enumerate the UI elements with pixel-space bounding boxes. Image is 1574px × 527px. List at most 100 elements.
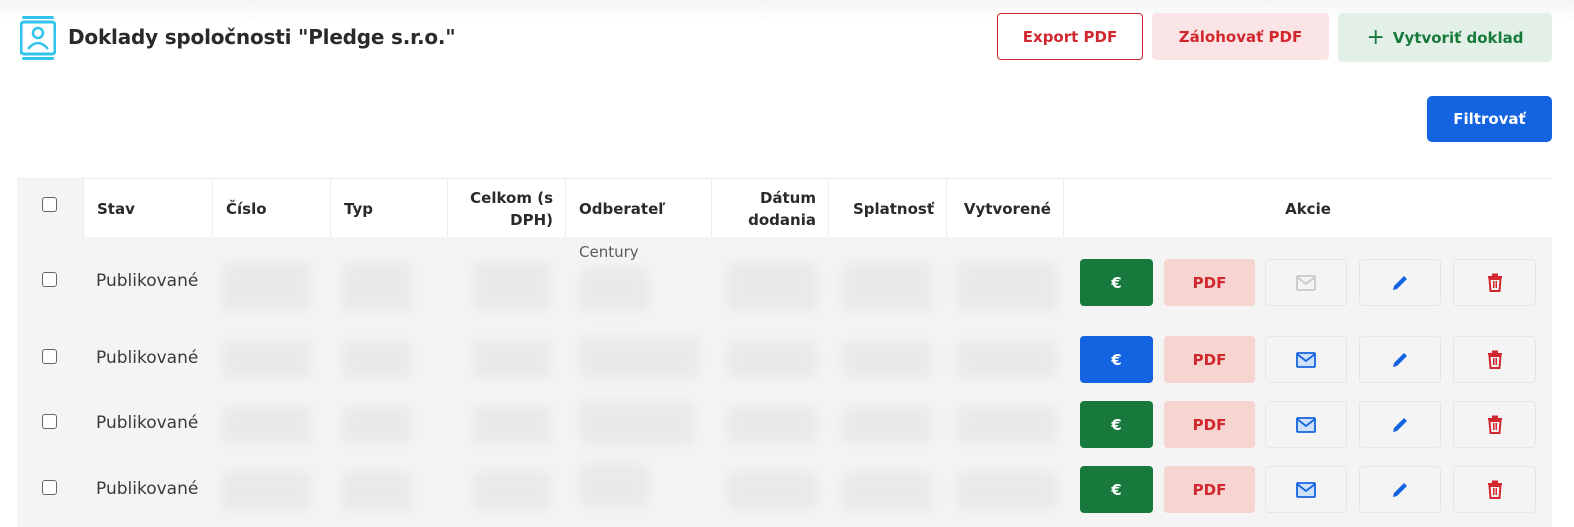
column-typ[interactable]: Typ	[331, 179, 448, 238]
column-vytvorene[interactable]: Vytvorené	[947, 179, 1064, 238]
pdf-button[interactable]: PDF	[1164, 466, 1255, 513]
table-row[interactable]: Publikované Century € PDF	[17, 237, 1552, 326]
trash-icon	[1487, 480, 1502, 499]
blurred-cell	[957, 340, 1057, 378]
delete-button[interactable]	[1453, 466, 1536, 513]
pdf-label: PDF	[1192, 273, 1227, 292]
create-document-label: Vytvoriť doklad	[1392, 28, 1524, 47]
blurred-cell	[727, 406, 817, 444]
blurred-cell	[957, 471, 1057, 511]
send-email-button[interactable]	[1265, 401, 1347, 448]
euro-icon: €	[1111, 415, 1122, 434]
column-odberatel[interactable]: Odberateľ	[566, 179, 712, 238]
edit-button[interactable]	[1359, 401, 1441, 448]
column-celkom[interactable]: Celkom (s DPH)	[448, 179, 566, 238]
select-all-checkbox[interactable]	[42, 197, 57, 212]
row-status: Publikované	[96, 479, 199, 499]
pdf-button[interactable]: PDF	[1164, 259, 1255, 306]
envelope-icon	[1296, 351, 1316, 368]
header-select-cell	[17, 179, 84, 238]
mark-paid-button[interactable]: €	[1080, 259, 1153, 306]
mark-paid-button[interactable]: €	[1080, 336, 1153, 383]
blurred-cell	[222, 262, 312, 312]
column-stav[interactable]: Stav	[84, 179, 213, 238]
pencil-icon	[1393, 482, 1407, 497]
edit-button[interactable]	[1359, 259, 1441, 306]
create-document-button[interactable]: + Vytvoriť doklad	[1338, 13, 1552, 62]
invoice-card-icon	[20, 16, 56, 60]
pdf-label: PDF	[1192, 480, 1227, 499]
blurred-cell	[222, 471, 312, 511]
blurred-cell	[957, 262, 1057, 312]
blurred-cell	[472, 406, 552, 444]
blurred-cell	[842, 471, 932, 511]
blurred-cell	[842, 340, 932, 378]
pdf-label: PDF	[1192, 350, 1227, 369]
euro-icon: €	[1111, 273, 1122, 292]
blurred-cell	[472, 262, 552, 312]
euro-icon: €	[1111, 480, 1122, 499]
blurred-cell	[342, 340, 412, 378]
pdf-button[interactable]: PDF	[1164, 401, 1255, 448]
blurred-cell	[222, 340, 312, 378]
column-cislo[interactable]: Číslo	[213, 179, 331, 238]
row-status: Publikované	[96, 348, 199, 368]
page-header: Doklady spoločnosti "Pledge s.r.o." Expo…	[0, 0, 1574, 80]
delete-button[interactable]	[1453, 401, 1536, 448]
blurred-cell	[579, 400, 694, 445]
table-header: Stav Číslo Typ Celkom (s DPH) Odberateľ …	[17, 178, 1552, 238]
page-title: Doklady spoločnosti "Pledge s.r.o."	[68, 25, 456, 49]
blurred-cell	[579, 267, 649, 312]
delete-button[interactable]	[1453, 259, 1536, 306]
plus-icon: +	[1366, 24, 1385, 50]
envelope-icon	[1296, 481, 1316, 498]
euro-icon: €	[1111, 350, 1122, 369]
table-row[interactable]: Publikované € PDF	[17, 392, 1552, 457]
send-email-button[interactable]	[1265, 466, 1347, 513]
blurred-cell	[342, 262, 412, 312]
row-checkbox[interactable]	[42, 480, 57, 495]
row-checkbox[interactable]	[42, 272, 57, 287]
documents-table: Stav Číslo Typ Celkom (s DPH) Odberateľ …	[17, 178, 1552, 238]
column-datum-dodania[interactable]: Dátum dodania	[712, 179, 829, 238]
row-status: Publikované	[96, 413, 199, 433]
customer-name-partial: Century	[579, 243, 639, 261]
pencil-icon	[1393, 352, 1407, 367]
mark-paid-button[interactable]: €	[1080, 401, 1153, 448]
delete-button[interactable]	[1453, 336, 1536, 383]
edit-button[interactable]	[1359, 466, 1441, 513]
blurred-cell	[342, 471, 412, 511]
send-email-button[interactable]	[1265, 336, 1347, 383]
table-row[interactable]: Publikované € PDF	[17, 326, 1552, 392]
blurred-cell	[579, 336, 699, 378]
row-checkbox[interactable]	[42, 414, 57, 429]
pdf-button[interactable]: PDF	[1164, 336, 1255, 383]
blurred-cell	[342, 406, 412, 444]
trash-icon	[1487, 415, 1502, 434]
envelope-icon	[1296, 416, 1316, 433]
send-email-button[interactable]	[1265, 259, 1347, 306]
blurred-cell	[727, 471, 817, 511]
blurred-cell	[472, 340, 552, 378]
trash-icon	[1487, 273, 1502, 292]
edit-button[interactable]	[1359, 336, 1441, 383]
mark-paid-button[interactable]: €	[1080, 466, 1153, 513]
backup-pdf-label: Zálohovať PDF	[1178, 27, 1303, 46]
export-pdf-label: Export PDF	[1022, 27, 1118, 46]
blurred-cell	[579, 463, 649, 508]
pencil-icon	[1393, 275, 1407, 290]
column-akcie: Akcie	[1064, 179, 1552, 238]
blurred-cell	[727, 262, 817, 312]
blurred-cell	[842, 262, 932, 312]
blurred-cell	[842, 406, 932, 444]
pdf-label: PDF	[1192, 415, 1227, 434]
row-checkbox[interactable]	[42, 349, 57, 364]
blurred-cell	[727, 340, 817, 378]
backup-pdf-button[interactable]: Zálohovať PDF	[1152, 13, 1329, 60]
blurred-cell	[472, 471, 552, 511]
export-pdf-button[interactable]: Export PDF	[997, 13, 1143, 60]
table-row[interactable]: Publikované € PDF	[17, 457, 1552, 527]
row-status: Publikované	[96, 271, 199, 291]
filter-button[interactable]: Filtrovať	[1427, 96, 1552, 142]
column-splatnost[interactable]: Splatnosť	[829, 179, 947, 238]
